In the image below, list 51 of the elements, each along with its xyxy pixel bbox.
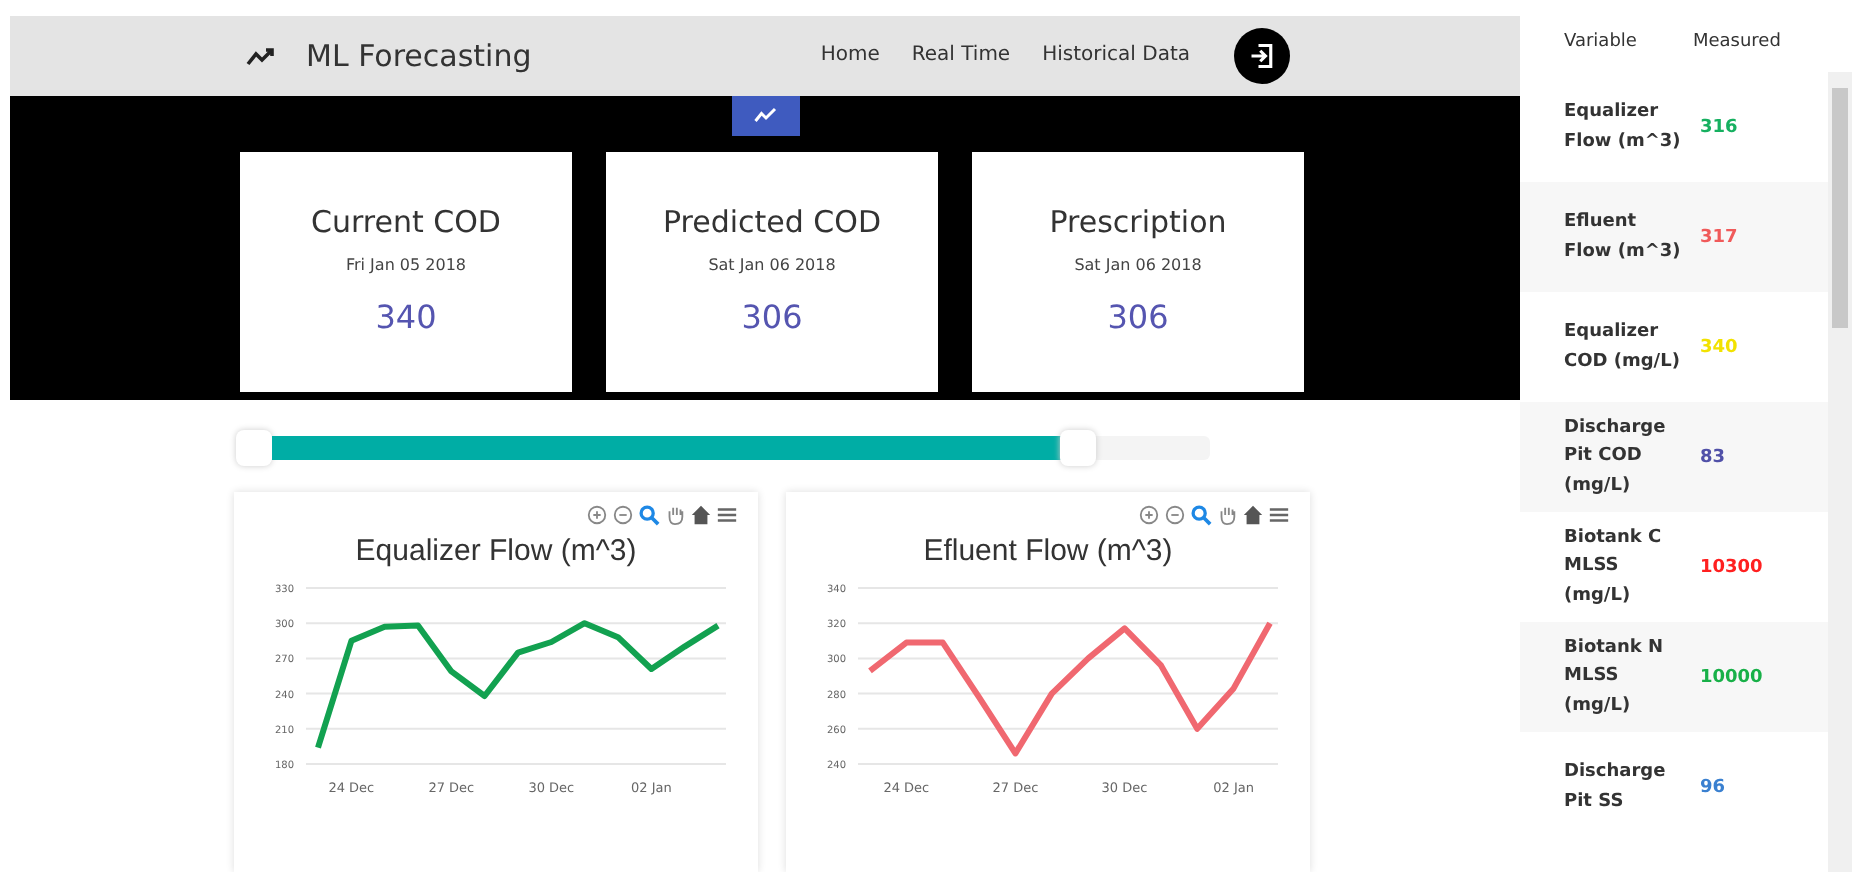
variable-name: Discharge Pit COD (mg/L) bbox=[1564, 415, 1668, 500]
card-title: Current COD bbox=[311, 203, 501, 240]
variable-name: Biotank N MLSS (mg/L) bbox=[1564, 635, 1666, 720]
app-title: ML Forecasting bbox=[306, 37, 532, 74]
scrollbar[interactable] bbox=[1828, 72, 1852, 872]
column-header: Variable bbox=[1564, 32, 1637, 52]
chart-title: Equalizer Flow (m^3) bbox=[355, 534, 637, 568]
card-date: Fri Jan 05 2018 bbox=[345, 255, 467, 274]
zoom-out-icon[interactable] bbox=[612, 504, 634, 526]
card-date: Sat Jan 06 2018 bbox=[1074, 255, 1202, 274]
card-title: Predicted COD bbox=[662, 203, 881, 240]
exit-icon bbox=[1248, 41, 1276, 70]
slider-handle[interactable] bbox=[1060, 430, 1097, 466]
measured-value: 317 bbox=[1700, 227, 1738, 247]
measured-value: 96 bbox=[1700, 777, 1726, 797]
zoom-in-icon[interactable] bbox=[1138, 504, 1160, 526]
variable-name: Discharge Pit SS bbox=[1564, 760, 1668, 815]
card-value: 340 bbox=[375, 297, 437, 336]
hand-icon[interactable] bbox=[664, 504, 686, 526]
card-date: Sat Jan 06 2018 bbox=[708, 255, 836, 274]
logout-button[interactable] bbox=[1234, 27, 1290, 84]
measured-value: 10300 bbox=[1700, 557, 1763, 577]
hand-icon[interactable] bbox=[1216, 504, 1238, 526]
variable-name: Equalizer Flow (m^3) bbox=[1564, 100, 1683, 155]
measured-value: 340 bbox=[1700, 337, 1738, 357]
nav-link[interactable]: Historical Data bbox=[1042, 44, 1190, 67]
measured-value: 83 bbox=[1700, 447, 1726, 467]
variable-name: Efluent Flow (m^3) bbox=[1564, 210, 1683, 265]
chart-title: Efluent Flow (m^3) bbox=[923, 534, 1173, 568]
nav-link[interactable]: Home bbox=[820, 44, 880, 67]
trend-tab[interactable] bbox=[731, 95, 799, 136]
card-value: 306 bbox=[741, 297, 803, 336]
card-title: Prescription bbox=[1049, 203, 1227, 240]
home-icon[interactable] bbox=[690, 504, 712, 526]
menu-icon[interactable] bbox=[1268, 504, 1290, 526]
zoom-in-icon[interactable] bbox=[586, 504, 608, 526]
search-icon[interactable] bbox=[638, 504, 660, 526]
measured-value: 316 bbox=[1700, 117, 1738, 137]
trend-icon bbox=[753, 106, 777, 125]
search-icon[interactable] bbox=[1190, 504, 1212, 526]
slider-handle[interactable] bbox=[236, 430, 272, 466]
zoom-out-icon[interactable] bbox=[1164, 504, 1186, 526]
nav-link[interactable]: Real Time bbox=[911, 44, 1011, 67]
variable-name: Equalizer COD (mg/L) bbox=[1564, 320, 1682, 375]
column-header: Measured bbox=[1692, 32, 1781, 52]
card-value: 306 bbox=[1107, 297, 1169, 336]
measured-value: 10000 bbox=[1700, 667, 1763, 687]
trend-icon bbox=[246, 43, 278, 68]
variable-name: Biotank C MLSS (mg/L) bbox=[1564, 525, 1664, 610]
menu-icon[interactable] bbox=[716, 504, 738, 526]
home-icon[interactable] bbox=[1242, 504, 1264, 526]
